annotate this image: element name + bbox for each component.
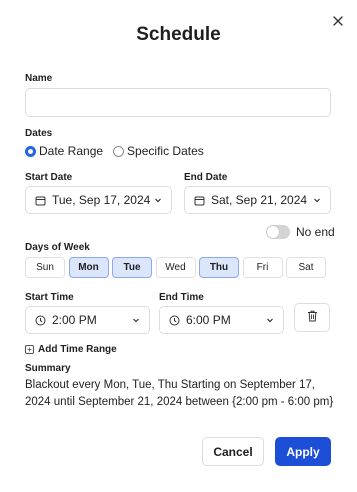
dialog-title: Schedule <box>136 24 221 45</box>
start-time-label: Start Time <box>25 292 74 303</box>
name-label: Name <box>25 73 53 84</box>
day-tue-button[interactable]: Tue <box>112 257 152 278</box>
end-date-picker[interactable]: Sat, Sep 21, 2024 <box>184 186 331 214</box>
day-mon-button[interactable]: Mon <box>68 257 109 278</box>
no-end-row: No end <box>266 225 335 239</box>
name-input[interactable] <box>25 88 331 117</box>
end-date-label: End Date <box>184 172 228 183</box>
end-time-label: End Time <box>159 292 204 303</box>
day-sat-button[interactable]: Sat <box>286 257 326 278</box>
cancel-button[interactable]: Cancel <box>202 437 264 466</box>
delete-time-range-button[interactable] <box>294 303 330 332</box>
start-date-value: Tue, Sep 17, 2024 <box>52 193 151 207</box>
chevron-down-icon <box>266 316 274 324</box>
add-time-range-button[interactable]: + Add Time Range <box>25 344 117 355</box>
radio-specific-dates[interactable]: Specific Dates <box>113 144 204 158</box>
plus-icon: + <box>25 345 34 354</box>
start-time-picker[interactable]: 2:00 PM <box>25 306 150 334</box>
day-thu-button[interactable]: Thu <box>199 257 239 278</box>
start-date-picker[interactable]: Tue, Sep 17, 2024 <box>25 186 172 214</box>
dates-radio-group: Date Range Specific Dates <box>25 143 214 159</box>
radio-date-range-label: Date Range <box>39 144 104 158</box>
end-date-value: Sat, Sep 21, 2024 <box>211 193 308 207</box>
summary-text: Blackout every Mon, Tue, Thu Starting on… <box>25 379 334 408</box>
day-sun-button[interactable]: Sun <box>25 257 65 278</box>
trash-icon <box>307 309 318 327</box>
radio-unselected-icon <box>113 145 125 157</box>
chevron-down-icon <box>132 316 140 324</box>
day-wed-button[interactable]: Wed <box>155 257 196 278</box>
start-date-label: Start Date <box>25 172 73 183</box>
calendar-icon <box>194 195 205 206</box>
apply-button[interactable]: Apply <box>275 437 331 466</box>
days-of-week-label: Days of Week <box>25 242 90 253</box>
add-time-range-label: Add Time Range <box>38 344 117 355</box>
toggle-knob <box>267 226 279 238</box>
summary-label: Summary <box>25 363 71 374</box>
radio-specific-dates-label: Specific Dates <box>127 144 204 158</box>
dates-label: Dates <box>25 128 53 139</box>
clock-icon <box>169 315 180 326</box>
no-end-label: No end <box>296 225 335 239</box>
start-time-value: 2:00 PM <box>52 313 97 327</box>
clock-icon <box>35 315 46 326</box>
day-fri-button[interactable]: Fri <box>242 257 283 278</box>
no-end-toggle[interactable] <box>266 225 290 239</box>
chevron-down-icon <box>313 196 321 204</box>
radio-selected-icon <box>25 145 36 157</box>
days-of-week-group: Sun Mon Tue Wed Thu Fri Sat <box>25 257 330 278</box>
end-time-value: 6:00 PM <box>186 313 231 327</box>
radio-date-range[interactable]: Date Range <box>25 144 103 158</box>
calendar-icon <box>35 195 46 206</box>
chevron-down-icon <box>154 196 162 204</box>
end-time-picker[interactable]: 6:00 PM <box>159 306 284 334</box>
